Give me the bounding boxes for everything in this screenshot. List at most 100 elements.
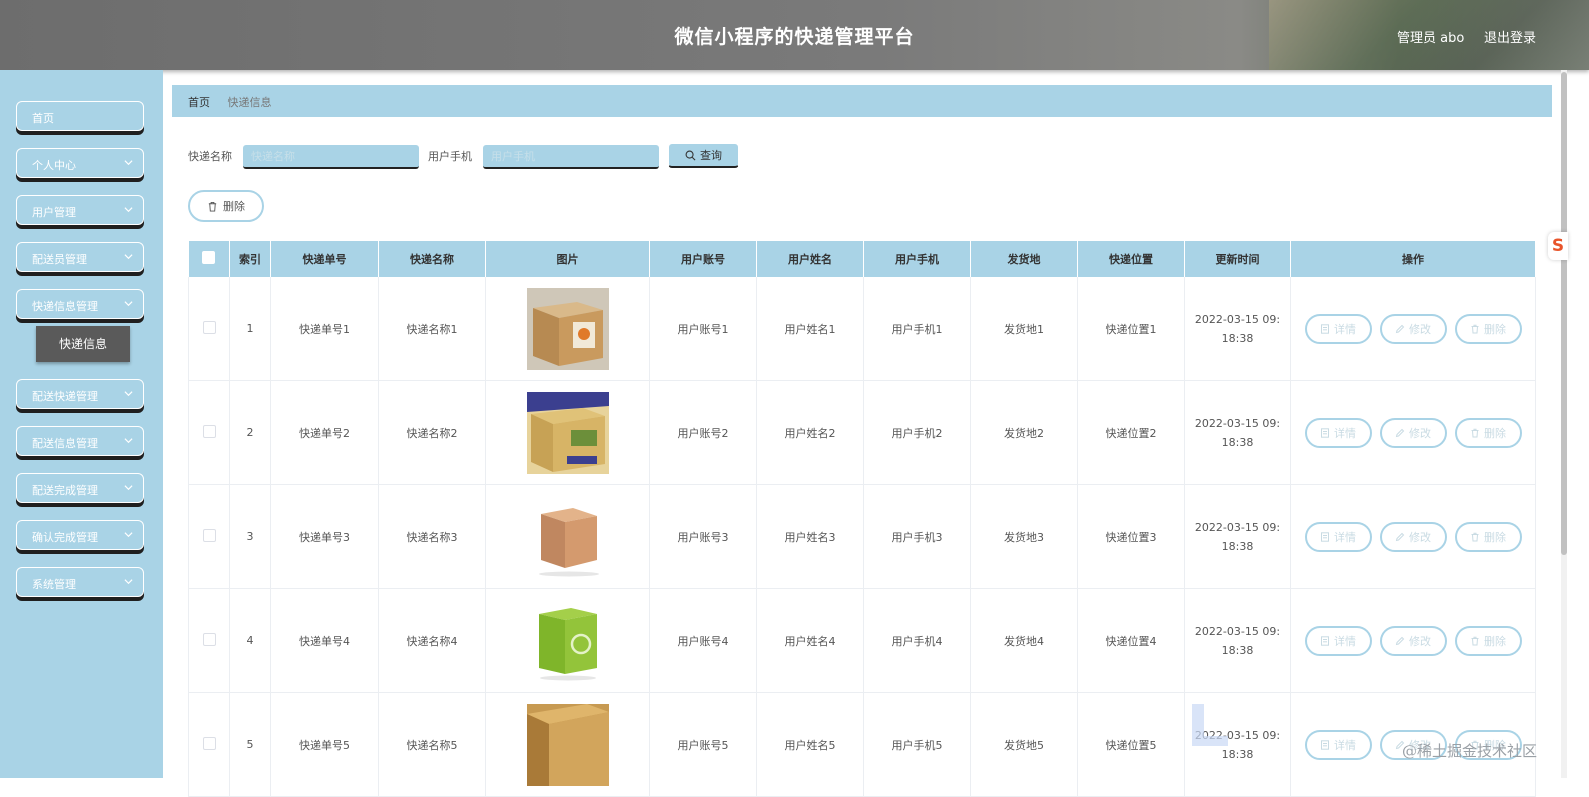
sidebar-item-couriers[interactable]: 配送员管理 xyxy=(16,242,144,272)
query-button[interactable]: 查询 xyxy=(668,143,739,168)
bulk-delete-button[interactable]: 删除 xyxy=(188,190,264,222)
row-select-cell xyxy=(188,588,230,693)
sidebar-item-delivery-info[interactable]: 配送信息管理 xyxy=(16,426,144,456)
tracking-no-cell: 快递单号3 xyxy=(270,484,379,589)
search-name-input[interactable] xyxy=(243,145,419,169)
row-checkbox[interactable] xyxy=(202,528,216,542)
delete-button[interactable]: 删除 xyxy=(1454,521,1522,552)
row-checkbox[interactable] xyxy=(202,736,216,750)
actions-cell: 详情 修改 删除 xyxy=(1290,588,1536,693)
express-name-cell: 快递名称4 xyxy=(378,588,486,693)
detail-button[interactable]: 详情 xyxy=(1304,417,1372,448)
account-cell: 用户账号2 xyxy=(649,380,757,485)
sidebar-item-users[interactable]: 用户管理 xyxy=(16,195,144,225)
sidebar-item-home[interactable]: 首页 xyxy=(16,101,144,131)
edit-button[interactable]: 修改 xyxy=(1379,625,1447,656)
trash-icon xyxy=(1471,428,1479,437)
delete-label: 删除 xyxy=(1484,426,1506,440)
phone-cell: 用户手机1 xyxy=(863,277,971,381)
actions-cell: 详情 修改 删除 xyxy=(1290,277,1536,381)
sidebar-item-label: 确认完成管理 xyxy=(32,531,98,544)
delete-button[interactable]: 删除 xyxy=(1454,313,1522,344)
parcel-image[interactable] xyxy=(526,287,609,370)
column-header: 快递单号 xyxy=(270,241,379,277)
edit-button[interactable]: 修改 xyxy=(1379,521,1447,552)
origin-cell: 发货地4 xyxy=(970,588,1078,693)
admin-name: 管理员 abo xyxy=(1397,31,1465,46)
location-cell: 快递位置3 xyxy=(1077,484,1185,589)
chevron-down-icon xyxy=(124,160,133,166)
query-button-label: 查询 xyxy=(700,149,722,162)
edit-label: 修改 xyxy=(1409,426,1431,440)
delete-button[interactable]: 删除 xyxy=(1454,417,1522,448)
row-checkbox[interactable] xyxy=(202,320,216,334)
row-select-cell xyxy=(188,692,230,797)
parcel-image[interactable] xyxy=(526,703,609,786)
detail-button[interactable]: 详情 xyxy=(1304,313,1372,344)
sidebar-item-system[interactable]: 系统管理 xyxy=(16,567,144,597)
account-cell: 用户账号3 xyxy=(649,484,757,589)
bulk-delete-label: 删除 xyxy=(223,200,245,213)
trash-icon xyxy=(1471,324,1479,333)
document-icon xyxy=(1321,531,1329,542)
trash-icon xyxy=(1471,532,1479,541)
updated-time-cell: 2022-03-15 09: 18:38 xyxy=(1184,380,1291,485)
detail-button[interactable]: 详情 xyxy=(1304,521,1372,552)
delete-label: 删除 xyxy=(1484,322,1506,336)
sidebar-item-express-info[interactable]: 快递信息管理 xyxy=(16,289,144,319)
search-name-label: 快递名称 xyxy=(188,150,232,163)
top-header: 微信小程序的快递管理平台 管理员 abo 退出登录 xyxy=(0,0,1589,70)
index-cell: 3 xyxy=(229,484,271,589)
phone-cell: 用户手机3 xyxy=(863,484,971,589)
document-icon xyxy=(1321,427,1329,438)
sidebar-item-delivery-done[interactable]: 配送完成管理 xyxy=(16,473,144,503)
select-all-checkbox[interactable] xyxy=(202,251,216,264)
tracking-no-cell: 快递单号2 xyxy=(270,380,379,485)
row-checkbox[interactable] xyxy=(202,424,216,438)
chevron-down-icon xyxy=(124,207,133,213)
time-clock: 18:38 xyxy=(1221,331,1254,345)
watermark-logo-icon xyxy=(1192,704,1228,746)
time-date: 2022-03-15 09: xyxy=(1194,312,1281,326)
edit-button[interactable]: 修改 xyxy=(1379,417,1447,448)
app-title: 微信小程序的快递管理平台 xyxy=(674,26,915,48)
detail-button[interactable]: 详情 xyxy=(1304,625,1372,656)
edit-label: 修改 xyxy=(1409,634,1431,648)
account-cell: 用户账号5 xyxy=(649,692,757,797)
delete-label: 删除 xyxy=(1484,634,1506,648)
breadcrumb-home[interactable]: 首页 xyxy=(188,96,210,109)
delete-button[interactable]: 删除 xyxy=(1454,625,1522,656)
search-phone-input[interactable] xyxy=(483,145,659,169)
origin-cell: 发货地3 xyxy=(970,484,1078,589)
index-cell: 1 xyxy=(229,277,271,381)
sidebar-subitem-express-info[interactable]: 快递信息 xyxy=(36,326,130,362)
parcel-image[interactable] xyxy=(526,599,609,682)
sidebar-item-label: 配送完成管理 xyxy=(32,484,98,497)
sidebar-item-profile[interactable]: 个人中心 xyxy=(16,148,144,178)
location-cell: 快递位置2 xyxy=(1077,380,1185,485)
floating-side-tab[interactable]: S xyxy=(1548,232,1568,260)
tracking-no-cell: 快递单号1 xyxy=(270,277,379,381)
detail-label: 详情 xyxy=(1334,322,1356,336)
sidebar: 首页 个人中心 用户管理 配送员管理 快递信息管理 快递信息 配送快递管理 配送… xyxy=(0,70,163,778)
page-scrollbar-thumb[interactable] xyxy=(1561,72,1567,555)
express-name-cell: 快递名称1 xyxy=(378,277,486,381)
sidebar-item-label: 快递信息管理 xyxy=(32,300,98,313)
pencil-icon xyxy=(1395,636,1405,645)
sidebar-item-delivery-express[interactable]: 配送快递管理 xyxy=(16,379,144,409)
column-header: 索引 xyxy=(229,241,271,277)
express-name-cell: 快递名称2 xyxy=(378,380,486,485)
index-cell: 4 xyxy=(229,588,271,693)
sidebar-item-confirm-done[interactable]: 确认完成管理 xyxy=(16,520,144,550)
detail-button[interactable]: 详情 xyxy=(1304,729,1372,760)
table-row: 5 快递单号5 快递名称5 用户账号5 用户姓名5 用户手机5 发货地5 快递位… xyxy=(188,692,1536,797)
updated-time-cell: 2022-03-15 09: 18:38 xyxy=(1184,588,1291,693)
sidebar-item-label: 系统管理 xyxy=(32,578,76,591)
logout-link[interactable]: 退出登录 xyxy=(1484,27,1536,46)
column-header: 用户姓名 xyxy=(756,241,864,277)
row-checkbox[interactable] xyxy=(202,632,216,646)
parcel-image[interactable] xyxy=(526,391,609,474)
user-name-cell: 用户姓名3 xyxy=(756,484,864,589)
parcel-image[interactable] xyxy=(526,495,609,578)
edit-button[interactable]: 修改 xyxy=(1379,313,1447,344)
